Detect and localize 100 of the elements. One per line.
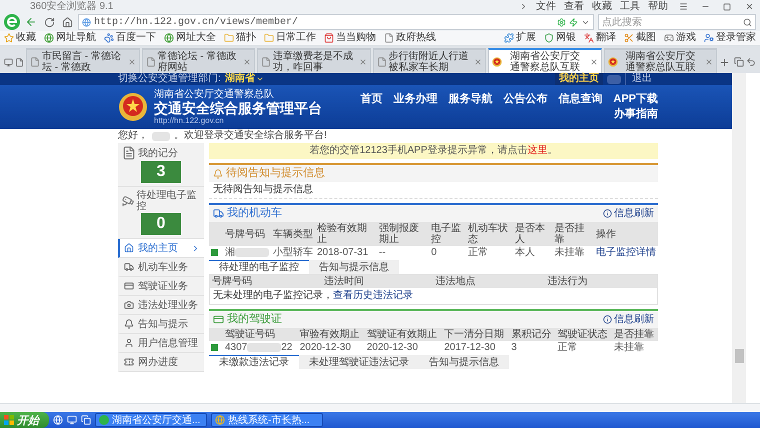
organization-name: 湖南省公安厅交通警察总队	[154, 90, 275, 100]
globe-icon	[44, 33, 54, 43]
my-home-link[interactable]: 我的主页	[555, 73, 603, 85]
bookmark-link[interactable]: 翻译	[584, 32, 616, 44]
menu-item[interactable]: 帮助	[648, 0, 668, 13]
search-box[interactable]: 点此搜索	[598, 14, 756, 30]
nav-link[interactable]: 首页	[360, 93, 382, 106]
details-link[interactable]: 电子监控详情	[596, 247, 656, 258]
panel-title: 我的驾驶证	[227, 313, 282, 326]
column-header: 违法地点	[434, 275, 546, 288]
close-icon	[128, 58, 136, 66]
sidebar-item[interactable]: 机动车业务	[118, 258, 204, 277]
bookmark-link[interactable]: 猫扑	[224, 32, 256, 44]
close-icon	[358, 58, 366, 66]
bookmark-link[interactable]: 收藏	[4, 32, 36, 44]
bookmark-link[interactable]: 政府热线	[384, 32, 436, 44]
bookmark-link[interactable]: 网址导航	[44, 32, 96, 44]
nav-link[interactable]: 信息查询	[558, 93, 602, 106]
bookmark-link[interactable]: 百度一下	[104, 32, 156, 44]
lightning-icon	[569, 18, 578, 26]
column-header: 累积记分	[509, 328, 556, 341]
address-field[interactable]: http://hn.122.gov.cn/views/member/	[94, 16, 554, 28]
here-link[interactable]: 这里	[527, 145, 548, 156]
sidebar-item[interactable]: 用户信息管理	[118, 334, 204, 353]
nav-link[interactable]: 公告公布	[503, 93, 548, 106]
browser-tab[interactable]: 常德论坛 - 常德政府网站	[142, 48, 255, 73]
close-icon[interactable]	[744, 2, 754, 11]
bookmark-link[interactable]: 网址大全	[164, 32, 216, 44]
address-bar[interactable]: http://hn.122.gov.cn/views/member/	[78, 14, 594, 30]
nav-link[interactable]: 服务导航	[448, 93, 492, 106]
stat-label: 我的记分	[138, 148, 178, 158]
page-icon	[30, 56, 40, 66]
tab[interactable]: 未缴款违法记录	[209, 355, 299, 369]
tab[interactable]: 告知与提示信息	[419, 355, 509, 369]
nav-link[interactable]: 业务办理	[393, 93, 438, 106]
history-link[interactable]: 查看历史违法记录	[333, 290, 413, 301]
sidebar-item[interactable]: 违法处理业务	[118, 296, 204, 315]
browser-tab[interactable]: 步行街附近人行道被私家车长期	[372, 48, 486, 73]
scrollbar[interactable]	[732, 73, 746, 403]
sidebar-item[interactable]: 网办进度	[118, 353, 204, 372]
redacted-block	[247, 342, 282, 352]
refresh-link[interactable]: 信息刷新	[603, 314, 654, 326]
scrollbar-thumb[interactable]	[734, 349, 744, 363]
tab[interactable]: 告知与提示信息	[309, 260, 399, 274]
status-square-icon	[211, 344, 218, 351]
back-button[interactable]	[24, 15, 38, 29]
column-header: 电子监控	[429, 222, 466, 246]
refresh-link[interactable]: 信息刷新	[603, 208, 654, 220]
bookmark-link[interactable]: 游戏	[664, 32, 696, 44]
menu-item[interactable]: 工具	[620, 0, 640, 13]
table-cell-text: 0	[431, 247, 437, 258]
sidebar-item[interactable]: 告知与提示	[118, 315, 204, 334]
redacted-block	[152, 132, 170, 140]
tab[interactable]: 未处理驾驶证违法记录	[299, 355, 419, 369]
bookmark-link[interactable]: 网银	[544, 32, 576, 44]
tab[interactable]: 待处理的电子监控	[209, 260, 309, 274]
bookmark-link[interactable]: 当当购物	[324, 32, 376, 44]
chevron-icon	[191, 244, 200, 252]
browser-tab[interactable]: 湖南省公安厅交通警察总队互联	[488, 48, 602, 73]
maximize-icon[interactable]	[723, 2, 731, 10]
sidebar-item[interactable]: 驾驶证业务	[118, 277, 204, 296]
browser-tab[interactable]: 违章缴费老是不成功，咋回事	[257, 48, 370, 73]
menu-item[interactable]: 查看	[564, 0, 584, 13]
menu-item[interactable]: 收藏	[592, 0, 612, 13]
bookmark-link[interactable]: 扩展	[504, 32, 536, 44]
browser-tab[interactable]: 市民留言 - 常德论坛 - 常德政	[26, 48, 140, 73]
folder-icon	[224, 33, 234, 43]
taskbar-item[interactable]: 热线系统-市长热...	[211, 413, 323, 427]
column-header: 操作	[594, 222, 658, 246]
refresh-button[interactable]	[42, 15, 56, 29]
browser-tab[interactable]: 湖南省公安厅交通警察总队互联	[604, 48, 717, 73]
screen-icon	[4, 58, 13, 66]
column-header: 驾驶证状态	[555, 328, 612, 341]
column-header: 是否挂靠	[612, 328, 658, 341]
bookmark-link[interactable]: 日常工作	[264, 32, 316, 44]
windows-icon[interactable]	[81, 415, 91, 425]
document-icon	[122, 146, 136, 160]
home-button[interactable]	[60, 15, 74, 29]
menu-icon[interactable]	[678, 2, 688, 11]
table-cell-text: 2020-12-30	[300, 342, 351, 353]
monitor-icon[interactable]	[67, 415, 77, 425]
globe-icon[interactable]	[53, 415, 63, 425]
menu-item[interactable]: 文件	[536, 0, 556, 13]
region-dropdown[interactable]: 湖南省	[224, 73, 264, 85]
search-field[interactable]: 点此搜索	[602, 16, 743, 28]
redacted-block	[235, 248, 269, 257]
column-header: 违法行为	[545, 275, 657, 288]
taskbar-item[interactable]: 湖南省公安厅交通...	[95, 413, 207, 427]
table-cell-text: --	[378, 247, 386, 258]
panel-title: 我的机动车	[227, 207, 282, 220]
bookmark-link[interactable]: 登录管家	[704, 32, 756, 44]
nav-link[interactable]: 办事指南	[614, 108, 658, 121]
table-cell-text: 3	[511, 342, 517, 353]
column-header: 车辆类型	[271, 222, 315, 246]
sidebar-item[interactable]: 我的主页	[118, 239, 204, 258]
notice-text: 若您的交管12123手机APP登录提示异常，请点击这里。	[209, 143, 658, 159]
empty-message: 无未处理的电子监控记录，查看历史违法记录	[212, 288, 414, 303]
bookmark-link[interactable]: 截图	[624, 32, 656, 44]
table-cell-text: 正常	[468, 247, 488, 258]
nav-link[interactable]: APP下载	[613, 93, 658, 106]
